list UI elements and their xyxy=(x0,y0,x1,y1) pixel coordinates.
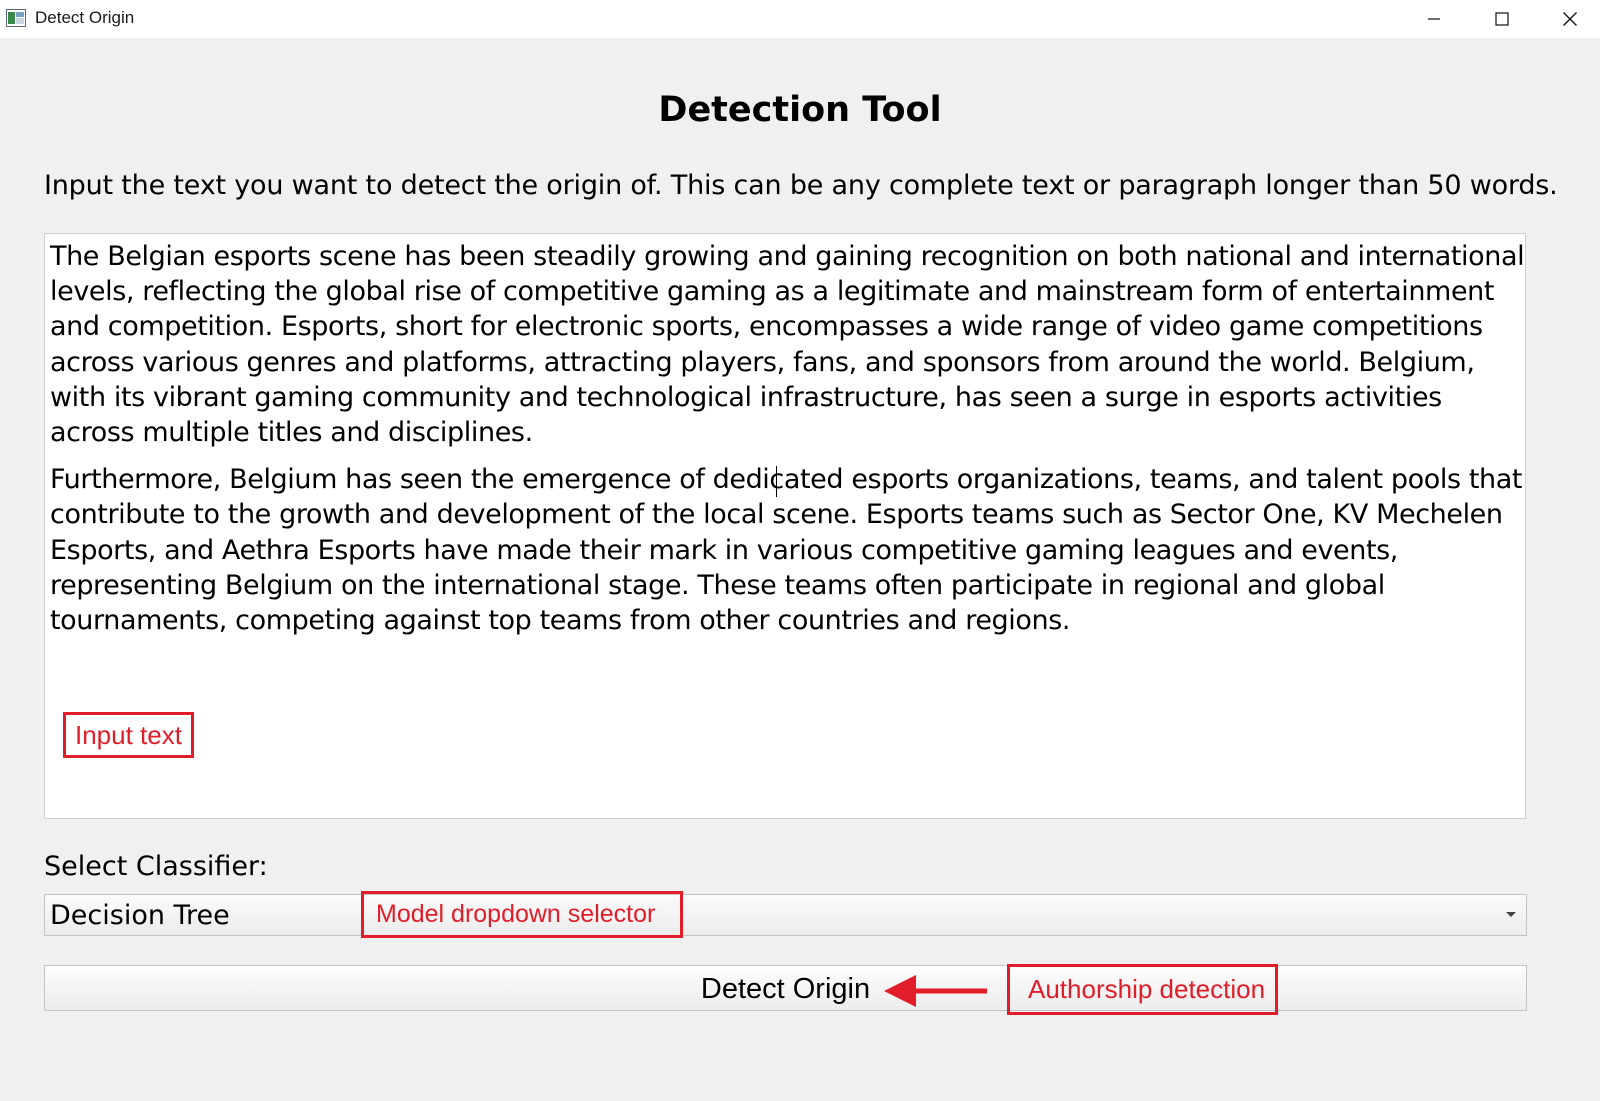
detect-origin-button[interactable]: Detect Origin xyxy=(44,965,1527,1011)
maximize-icon xyxy=(1495,12,1509,26)
input-paragraph-2: Furthermore, Belgium has seen the emerge… xyxy=(50,464,1523,637)
close-icon xyxy=(1563,12,1577,26)
input-text-content[interactable]: The Belgian esports scene has been stead… xyxy=(50,239,1528,650)
classifier-selected-value: Decision Tree xyxy=(50,900,230,931)
annotation-input-text: Input text xyxy=(63,712,194,758)
classifier-label: Select Classifier: xyxy=(44,851,268,882)
classifier-dropdown[interactable]: Decision Tree xyxy=(44,894,1527,936)
app-icon xyxy=(6,9,26,27)
minimize-button[interactable] xyxy=(1400,0,1468,38)
text-cursor xyxy=(776,466,777,497)
close-button[interactable] xyxy=(1536,0,1600,38)
input-textarea[interactable]: The Belgian esports scene has been stead… xyxy=(44,233,1526,819)
minimize-icon xyxy=(1428,18,1440,20)
annotation-arrow-icon xyxy=(884,975,987,1007)
title-bar: Detect Origin xyxy=(0,0,1600,38)
window-title: Detect Origin xyxy=(35,8,135,27)
page-title: Detection Tool xyxy=(658,90,942,130)
input-paragraph-1: The Belgian esports scene has been stead… xyxy=(50,241,1525,449)
app-window: Detect Origin Detection Tool Input the t… xyxy=(0,0,1600,1101)
maximize-button[interactable] xyxy=(1468,0,1536,38)
detect-origin-button-label: Detect Origin xyxy=(700,973,871,1005)
instructions-label: Input the text you want to detect the or… xyxy=(44,170,1558,201)
annotation-authorship-detection: Authorship detection xyxy=(1007,964,1278,1015)
annotation-model-dropdown: Model dropdown selector xyxy=(361,891,683,938)
chevron-down-icon xyxy=(1506,912,1516,917)
